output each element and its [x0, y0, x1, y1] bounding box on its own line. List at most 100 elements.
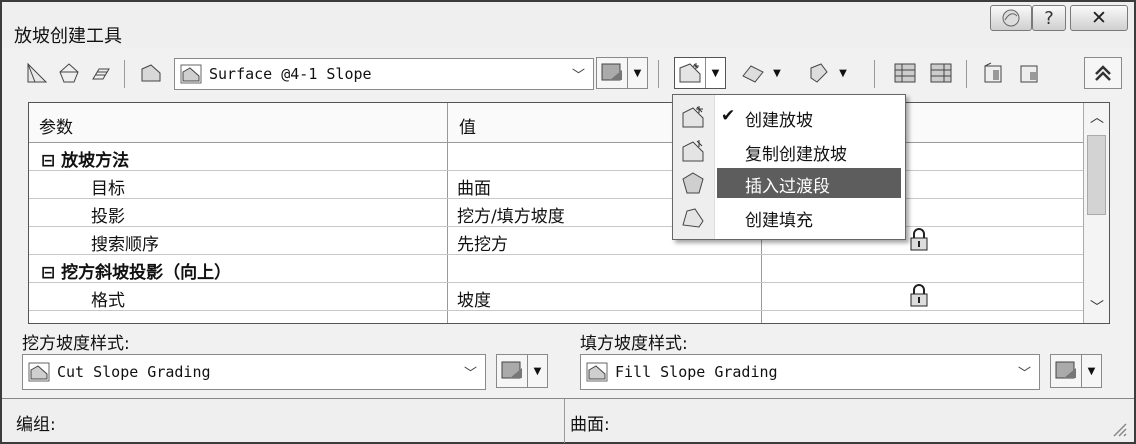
scroll-down-icon[interactable]: ﹀	[1084, 295, 1109, 321]
dropdown-arrow-icon: ▼	[527, 355, 547, 387]
cut-slope-style-select[interactable]: Cut Slope Grading ﹀	[22, 354, 486, 390]
property-value[interactable]: 挖方/填方坡度	[457, 202, 565, 227]
fill-slope-style-edit-button[interactable]: ▼	[1050, 354, 1102, 388]
property-row-projection[interactable]: 投影 挖方/填方坡度	[29, 199, 1083, 227]
vertex-split-button[interactable]: ▼	[804, 57, 852, 89]
chevron-down-icon: ﹀	[1017, 366, 1031, 382]
dropdown-arrow-icon: ▼	[1081, 355, 1101, 387]
title-bar: 放坡创建工具 ? ✕	[2, 2, 1134, 48]
column-header-value[interactable]: 值	[459, 113, 476, 138]
style-icon	[597, 58, 627, 88]
dropdown-arrow-icon: ▼	[627, 58, 647, 88]
property-row-format[interactable]: 格式 坡度	[29, 283, 1083, 311]
slope-style-icon	[585, 360, 609, 384]
dropdown-arrow-icon: ▼	[705, 58, 725, 88]
menu-item-label: 创建放坡	[745, 111, 813, 131]
property-row-target[interactable]: 目标 曲面	[29, 171, 1083, 199]
insert-transition-split-button[interactable]: ▼	[738, 57, 786, 89]
property-name: 格式	[91, 291, 125, 311]
globe-help-icon	[1002, 9, 1020, 27]
slope-style-icon	[27, 360, 51, 384]
table-icon[interactable]	[892, 60, 918, 86]
property-value[interactable]: 曲面	[457, 174, 491, 199]
fill-slope-style-value: Fill Slope Grading	[615, 363, 778, 381]
category-label: ⊟ 挖方斜坡投影（向上）	[41, 263, 232, 283]
question-mark-icon: ?	[1044, 7, 1054, 29]
category-row[interactable]: ⊟ 挖方斜坡投影（向上）	[29, 255, 1083, 283]
menu-item-label: 创建填充	[745, 211, 813, 231]
create-grading-split-button[interactable]: ▼	[674, 57, 726, 89]
menu-item-create-infill[interactable]: 创建填充	[673, 201, 905, 233]
grid-scrollbar[interactable]: ︿ ﹀	[1083, 103, 1109, 323]
surface-icon[interactable]	[138, 60, 164, 86]
grading-creation-tools-window: 放坡创建工具 ? ✕ Surface @4-1 Slope ﹀ ▼ ▼ ▼ ▼ …	[0, 0, 1136, 444]
toolbar-separator	[124, 60, 125, 88]
chevron-down-icon: ﹀	[463, 366, 477, 382]
menu-item-label: 插入过渡段	[745, 177, 830, 197]
column-header-param[interactable]: 参数	[39, 113, 73, 138]
menu-item-create-grading[interactable]: ✔ 创建放坡	[673, 101, 905, 133]
checkmark-icon: ✔	[721, 106, 736, 126]
collapse-button[interactable]	[1084, 57, 1122, 89]
style-icon	[497, 355, 527, 387]
lock-icon[interactable]	[909, 284, 929, 308]
collapse-box-icon: ⊟	[41, 263, 62, 283]
double-chevron-up-icon	[1095, 65, 1111, 81]
lock-icon[interactable]	[909, 228, 929, 252]
property-name: 搜索顺序	[91, 235, 159, 255]
property-name: 目标	[91, 179, 125, 199]
menu-item-copy-create-grading[interactable]: 复制创建放坡	[673, 135, 905, 167]
status-bar: 编组: 曲面:	[2, 398, 1134, 443]
create-grading-menu: ✔ 创建放坡 复制创建放坡 插入过渡段 创建填充	[672, 94, 906, 240]
property-row-search-order[interactable]: 搜索顺序 先挖方	[29, 227, 1083, 255]
cut-slope-style-label: 挖方坡度样式:	[22, 334, 130, 354]
edit-icon[interactable]	[982, 60, 1008, 86]
copy-icon[interactable]	[1018, 60, 1044, 86]
fill-slope-style-select[interactable]: Fill Slope Grading ﹀	[580, 354, 1040, 390]
vertex-icon	[804, 57, 834, 89]
toolbar-separator	[966, 60, 967, 88]
grading-group-icon[interactable]	[24, 60, 50, 86]
help-globe-button[interactable]	[990, 5, 1032, 31]
menu-item-label: 复制创建放坡	[745, 145, 847, 165]
insert-transition-icon	[738, 57, 768, 89]
close-button[interactable]: ✕	[1070, 5, 1128, 31]
target-surface-icon[interactable]	[56, 60, 82, 86]
close-icon: ✕	[1091, 7, 1107, 29]
create-grading-icon	[675, 58, 705, 88]
scroll-up-icon[interactable]: ︿	[1084, 105, 1109, 131]
help-button[interactable]: ?	[1032, 5, 1066, 31]
dropdown-arrow-icon: ▼	[839, 67, 847, 79]
grid-header: 参数 值	[29, 103, 1083, 143]
surface-select[interactable]: Surface @4-1 Slope ﹀	[174, 58, 594, 90]
scrollbar-thumb[interactable]	[1087, 135, 1106, 215]
window-title: 放坡创建工具	[14, 26, 122, 47]
category-row[interactable]: ⊟ 放坡方法	[29, 143, 1083, 171]
chevron-down-icon: ﹀	[571, 68, 585, 84]
resize-grip-icon[interactable]	[1110, 420, 1128, 438]
category-label: ⊟ 放坡方法	[41, 151, 130, 171]
insert-transition-icon	[682, 172, 704, 194]
toolbar: Surface @4-1 Slope ﹀ ▼ ▼ ▼ ▼	[14, 54, 1126, 94]
list-icon[interactable]	[928, 60, 954, 86]
cut-slope-style-edit-button[interactable]: ▼	[496, 354, 548, 388]
fill-slope-style-label: 填方坡度样式:	[580, 334, 688, 354]
surface-style-icon	[179, 62, 203, 86]
surface-select-value: Surface @4-1 Slope	[209, 65, 372, 83]
create-grading-icon	[682, 106, 704, 128]
style-split-button[interactable]: ▼	[596, 57, 648, 89]
layers-icon[interactable]	[88, 60, 114, 86]
cut-slope-style-value: Cut Slope Grading	[57, 363, 211, 381]
property-value[interactable]: 坡度	[457, 286, 491, 311]
status-divider	[564, 399, 565, 443]
style-icon	[1051, 355, 1081, 387]
parameter-grid: 参数 值 ⊟ 放坡方法 目标 曲面 投影 挖方/填方坡度 搜索顺序 先挖方 ⊟ …	[28, 102, 1110, 324]
copy-grading-icon	[682, 140, 704, 162]
create-infill-icon	[682, 208, 704, 228]
dropdown-arrow-icon: ▼	[773, 67, 781, 79]
status-surface-label: 曲面:	[570, 415, 610, 435]
property-value[interactable]: 先挖方	[457, 230, 508, 255]
toolbar-separator	[658, 60, 659, 88]
menu-item-insert-transition[interactable]: 插入过渡段	[673, 167, 905, 199]
property-name: 投影	[91, 207, 125, 227]
